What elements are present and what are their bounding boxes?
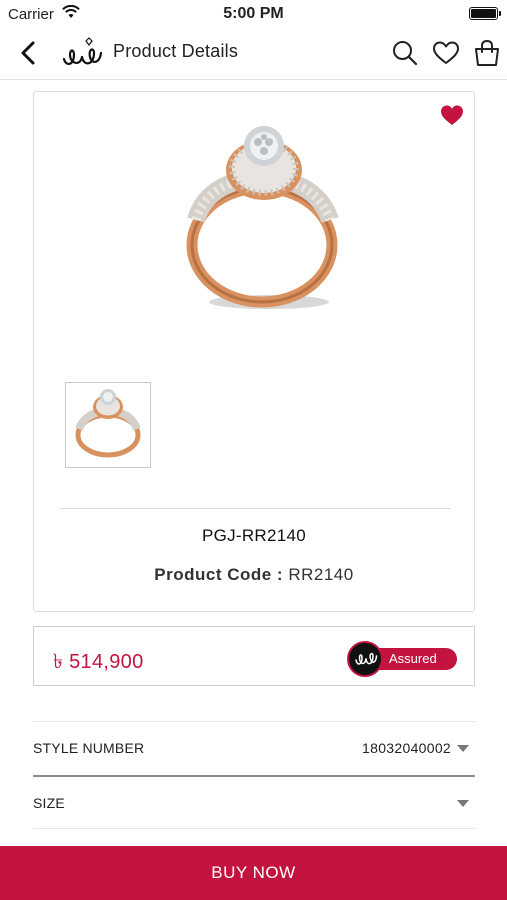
product-code-value: RR2140 (288, 565, 354, 584)
clock: 5:00 PM (223, 5, 284, 22)
product-name: PGJ-RR2140 (201, 526, 307, 545)
product-thumbnail[interactable] (65, 382, 151, 468)
back-arrow-icon[interactable] (14, 38, 44, 68)
product-code-label: Product Code : (154, 565, 284, 584)
assured-logo-icon (347, 641, 383, 677)
assured-badge: Assured (347, 641, 459, 677)
buy-now-button[interactable]: BUY NOW (0, 846, 507, 900)
brand-logo (62, 37, 103, 65)
divider (59, 508, 451, 509)
navigation-bar: Product Details (0, 28, 507, 80)
product-card: PGJ-RR2140 Product Code : RR2140 (33, 91, 475, 612)
search-icon[interactable] (390, 38, 420, 68)
chevron-down-icon[interactable] (457, 800, 469, 807)
size-selector[interactable]: SIZE (33, 775, 475, 829)
shopping-bag-icon[interactable] (472, 38, 502, 68)
style-number-selector[interactable]: STYLE NUMBER 18032040002 (33, 721, 475, 775)
style-number-label: STYLE NUMBER (33, 740, 145, 756)
product-image[interactable] (174, 120, 354, 315)
status-bar: Carrier 5:00 PM (0, 0, 507, 28)
style-number-value: 18032040002 (362, 740, 451, 756)
wishlist-icon[interactable] (431, 38, 461, 68)
product-code: Product Code : RR2140 (34, 565, 474, 585)
chevron-down-icon[interactable] (457, 745, 469, 752)
product-price: ৳ 514,900 (53, 651, 144, 673)
price-box: ৳ 514,900 Assured (33, 626, 475, 686)
size-label: SIZE (33, 795, 65, 811)
battery-icon (469, 7, 501, 20)
page-title: Product Details (113, 41, 239, 61)
favorite-heart-icon[interactable] (440, 104, 464, 126)
